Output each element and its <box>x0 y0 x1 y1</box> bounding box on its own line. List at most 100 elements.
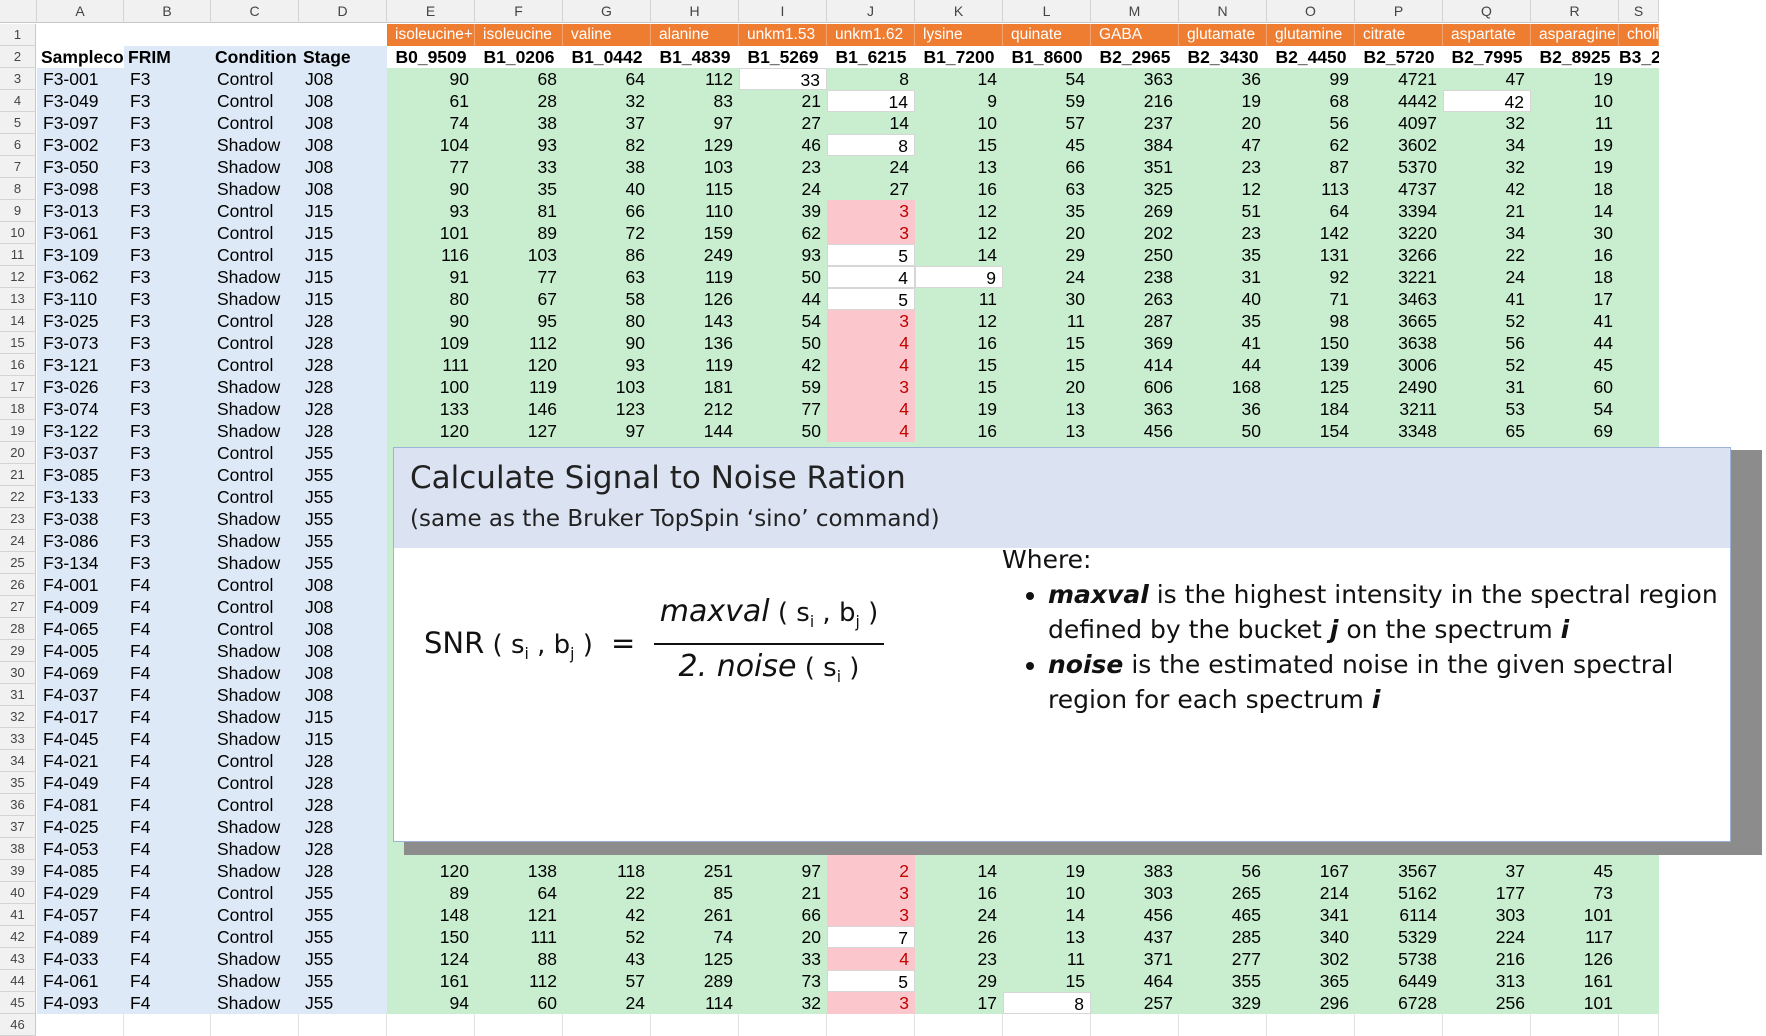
condition-value[interactable]: Control <box>211 112 299 134</box>
data-cell[interactable]: 3006 <box>1355 354 1443 376</box>
condition-value[interactable]: Control <box>211 310 299 332</box>
metabolite-header[interactable]: glutamate <box>1179 24 1267 46</box>
data-cell[interactable]: 19 <box>1531 156 1619 178</box>
data-cell[interactable]: 103 <box>563 376 651 398</box>
data-cell[interactable]: 5 <box>827 244 915 266</box>
stage-value[interactable]: J28 <box>299 860 387 882</box>
data-cell[interactable]: 4737 <box>1355 178 1443 200</box>
data-cell[interactable]: 22 <box>1443 244 1531 266</box>
data-cell[interactable]: 126 <box>651 288 739 310</box>
data-cell[interactable]: 20 <box>1003 376 1091 398</box>
data-cell[interactable]: 16 <box>915 178 1003 200</box>
column-header-s[interactable]: S <box>1619 0 1659 23</box>
metabolite-header[interactable]: isoleucine+ <box>387 24 475 46</box>
data-cell[interactable]: 3220 <box>1355 222 1443 244</box>
data-cell[interactable]: 28 <box>475 90 563 112</box>
data-cell[interactable]: 104 <box>387 134 475 156</box>
frim-value[interactable]: F3 <box>124 332 211 354</box>
empty-cell[interactable] <box>739 1014 827 1036</box>
sample-code[interactable]: F4-009 <box>37 596 124 618</box>
data-cell[interactable]: 47 <box>1179 134 1267 156</box>
column-header-n[interactable]: N <box>1179 0 1267 23</box>
condition-value[interactable]: Control <box>211 68 299 90</box>
row-header-28[interactable]: 28 <box>0 618 36 640</box>
column-header-j[interactable]: J <box>827 0 915 23</box>
data-cell[interactable]: 115 <box>651 178 739 200</box>
column-header-r[interactable]: R <box>1531 0 1619 23</box>
condition-value[interactable]: Shadow <box>211 970 299 992</box>
data-cell[interactable]: 456 <box>1091 904 1179 926</box>
data-cell[interactable]: 14 <box>1531 200 1619 222</box>
row-header-37[interactable]: 37 <box>0 816 36 838</box>
column-label[interactable]: Samplecode <box>37 46 124 68</box>
condition-value[interactable]: Control <box>211 244 299 266</box>
data-cell[interactable]: 41 <box>1531 310 1619 332</box>
row-header-13[interactable]: 13 <box>0 288 36 310</box>
data-cell[interactable]: 4721 <box>1355 68 1443 90</box>
data-cell[interactable]: 237 <box>1091 112 1179 134</box>
data-cell[interactable]: 5 <box>827 970 915 992</box>
data-cell[interactable]: 34 <box>1443 134 1531 156</box>
data-cell[interactable]: 97 <box>651 112 739 134</box>
frim-value[interactable]: F3 <box>124 376 211 398</box>
sample-code[interactable]: F3-001 <box>37 68 124 90</box>
stage-value[interactable]: J28 <box>299 354 387 376</box>
data-cell[interactable]: 167 <box>1267 860 1355 882</box>
data-cell[interactable]: 35 <box>1179 310 1267 332</box>
row-header-8[interactable]: 8 <box>0 178 36 200</box>
row-header-23[interactable]: 23 <box>0 508 36 530</box>
metabolite-header[interactable]: unkm1.53 <box>739 24 827 46</box>
data-cell[interactable]: 66 <box>563 200 651 222</box>
sample-code[interactable]: F4-061 <box>37 970 124 992</box>
metabolite-header[interactable]: citrate <box>1355 24 1443 46</box>
row-header-33[interactable]: 33 <box>0 728 36 750</box>
empty-cell[interactable] <box>651 1014 739 1036</box>
stage-value[interactable]: J28 <box>299 838 387 860</box>
frim-value[interactable]: F4 <box>124 750 211 772</box>
data-cell-s[interactable] <box>1619 156 1659 178</box>
data-cell[interactable]: 3567 <box>1355 860 1443 882</box>
data-cell[interactable]: 355 <box>1179 970 1267 992</box>
data-cell-s[interactable] <box>1619 266 1659 288</box>
row-header-44[interactable]: 44 <box>0 970 36 992</box>
data-cell[interactable]: 68 <box>1267 90 1355 112</box>
sample-code[interactable]: F3-098 <box>37 178 124 200</box>
frim-value[interactable]: F4 <box>124 970 211 992</box>
data-cell[interactable]: 181 <box>651 376 739 398</box>
row-header-3[interactable]: 3 <box>0 68 36 90</box>
data-cell[interactable]: 3221 <box>1355 266 1443 288</box>
data-cell[interactable]: 21 <box>1443 200 1531 222</box>
sample-code[interactable]: F3-062 <box>37 266 124 288</box>
sample-code[interactable]: F3-025 <box>37 310 124 332</box>
data-cell[interactable]: 56 <box>1267 112 1355 134</box>
data-cell[interactable]: 16 <box>915 420 1003 442</box>
condition-value[interactable]: Control <box>211 618 299 640</box>
data-cell[interactable]: 24 <box>915 904 1003 926</box>
frim-value[interactable]: F3 <box>124 552 211 574</box>
data-cell[interactable]: 41 <box>1443 288 1531 310</box>
row-header-27[interactable]: 27 <box>0 596 36 618</box>
data-cell[interactable]: 51 <box>1179 200 1267 222</box>
data-cell[interactable]: 3665 <box>1355 310 1443 332</box>
data-cell-s[interactable] <box>1619 310 1659 332</box>
row-header-40[interactable]: 40 <box>0 882 36 904</box>
data-cell[interactable]: 3 <box>827 310 915 332</box>
condition-value[interactable]: Control <box>211 464 299 486</box>
data-cell[interactable]: 15 <box>915 376 1003 398</box>
data-cell[interactable]: 238 <box>1091 266 1179 288</box>
condition-value[interactable]: Shadow <box>211 684 299 706</box>
data-cell[interactable]: 3266 <box>1355 244 1443 266</box>
data-cell[interactable]: 212 <box>651 398 739 420</box>
data-cell[interactable]: 52 <box>1443 310 1531 332</box>
data-cell[interactable]: 118 <box>563 860 651 882</box>
data-cell[interactable]: 224 <box>1443 926 1531 948</box>
stage-value[interactable]: J08 <box>299 90 387 112</box>
data-cell[interactable]: 20 <box>1179 112 1267 134</box>
data-cell[interactable]: 62 <box>739 222 827 244</box>
data-cell[interactable]: 110 <box>651 200 739 222</box>
frim-value[interactable]: F3 <box>124 464 211 486</box>
empty-cell[interactable] <box>387 1014 475 1036</box>
data-cell[interactable]: 9 <box>915 90 1003 112</box>
data-cell[interactable]: 19 <box>1531 68 1619 90</box>
data-cell-s[interactable] <box>1619 112 1659 134</box>
